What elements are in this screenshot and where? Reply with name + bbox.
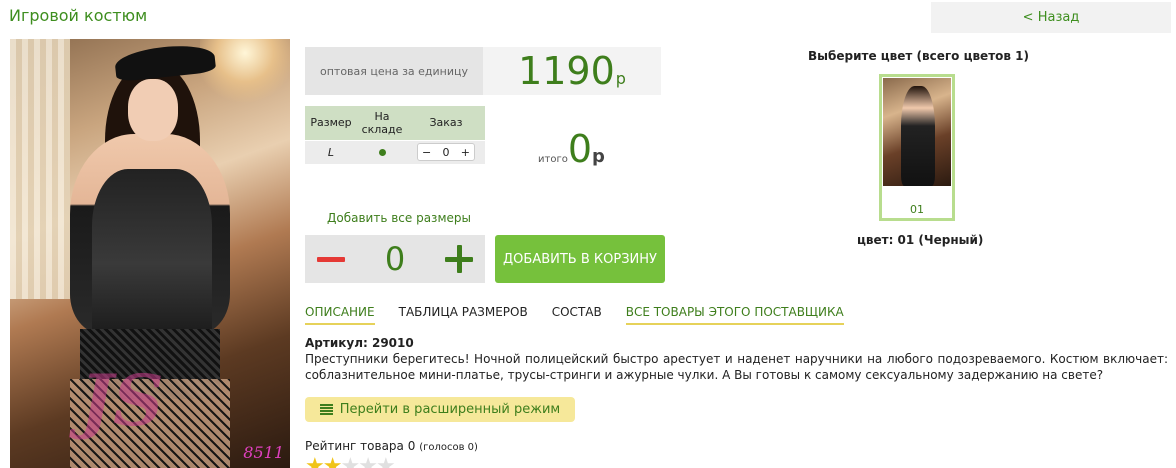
order-cell: − 0 +	[407, 139, 485, 164]
size-table: Размер На складе Заказ L − 0 +	[305, 106, 485, 164]
table-row: L − 0 +	[305, 139, 485, 164]
rating-label: Рейтинг товара 0	[305, 439, 416, 453]
add-to-cart-button[interactable]: ДОБАВИТЬ В КОРЗИНУ	[495, 235, 665, 283]
stock-indicator	[357, 139, 407, 164]
size-value: L	[305, 139, 357, 164]
all-sizes-stepper: 0	[305, 235, 485, 283]
price-currency: р	[615, 68, 626, 88]
back-button[interactable]: < Назад	[931, 2, 1171, 33]
product-tabs: ОПИСАНИЕ ТАБЛИЦА РАЗМЕРОВ СОСТАВ ВСЕ ТОВ…	[305, 305, 868, 325]
photo-code: 8511	[243, 443, 284, 462]
photo-watermark: JS	[80, 359, 164, 442]
minus-icon[interactable]	[317, 256, 345, 262]
rating-stars[interactable]: ★★★★★	[305, 454, 396, 468]
star-icon[interactable]: ★	[358, 454, 378, 468]
tab-composition[interactable]: СОСТАВ	[552, 305, 602, 325]
advanced-mode-label: Перейти в расширенный режим	[339, 402, 561, 417]
photo-curtain	[10, 39, 70, 299]
rating-votes: (голосов 0)	[419, 442, 478, 453]
star-icon[interactable]: ★	[376, 454, 396, 468]
all-sizes-qty: 0	[384, 240, 406, 278]
quantity-stepper[interactable]: − 0 +	[417, 143, 475, 162]
product-photo[interactable]: JS 8511	[10, 39, 290, 468]
star-icon[interactable]: ★	[323, 454, 343, 468]
total-currency: р	[592, 146, 605, 167]
increment-icon[interactable]: +	[461, 146, 470, 159]
product-description: Преступники берегитесь! Ночной полицейск…	[305, 352, 1168, 382]
star-icon[interactable]: ★	[305, 454, 325, 468]
color-swatch-01[interactable]: 01	[879, 74, 955, 221]
decrement-icon[interactable]: −	[422, 146, 431, 159]
plus-icon[interactable]	[444, 245, 473, 273]
size-header: Размер	[305, 106, 357, 140]
price-label: оптовая цена за единицу	[305, 47, 483, 95]
order-total: итого 0 р	[538, 130, 605, 168]
in-stock-dot-icon	[378, 148, 386, 156]
photo-lamp	[200, 39, 290, 109]
back-label: < Назад	[1022, 10, 1080, 25]
star-icon[interactable]: ★	[340, 454, 360, 468]
size-table-header: Размер На складе Заказ	[305, 106, 485, 140]
product-rating: Рейтинг товара 0 (голосов 0)	[305, 439, 478, 453]
total-label: итого	[538, 154, 568, 165]
advanced-mode-button[interactable]: Перейти в расширенный режим	[305, 397, 575, 422]
total-value: 0	[567, 127, 593, 171]
price-number: 1190	[518, 49, 615, 93]
swatch-label: 01	[910, 203, 924, 216]
swatch-figure	[901, 86, 935, 186]
color-picker-title: Выберите цвет (всего цветов 1)	[808, 49, 1029, 63]
page-title: Игровой костюм	[9, 6, 148, 25]
order-header: Заказ	[407, 106, 485, 140]
article-number: Артикул: 29010	[305, 336, 414, 350]
selected-color: цвет: 01 (Черный)	[857, 233, 984, 247]
stock-header: На складе	[357, 106, 407, 140]
tab-size-chart[interactable]: ТАБЛИЦА РАЗМЕРОВ	[399, 305, 528, 325]
add-all-sizes-label: Добавить все размеры	[327, 211, 471, 225]
order-qty: 0	[442, 145, 450, 159]
swatch-thumbnail	[883, 78, 951, 186]
price-value: 1190 р	[483, 47, 661, 95]
tab-description[interactable]: ОПИСАНИЕ	[305, 305, 375, 325]
photo-face	[128, 79, 178, 141]
tab-vendor-products[interactable]: ВСЕ ТОВАРЫ ЭТОГО ПОСТАВЩИКА	[625, 305, 844, 325]
list-icon	[319, 404, 333, 415]
